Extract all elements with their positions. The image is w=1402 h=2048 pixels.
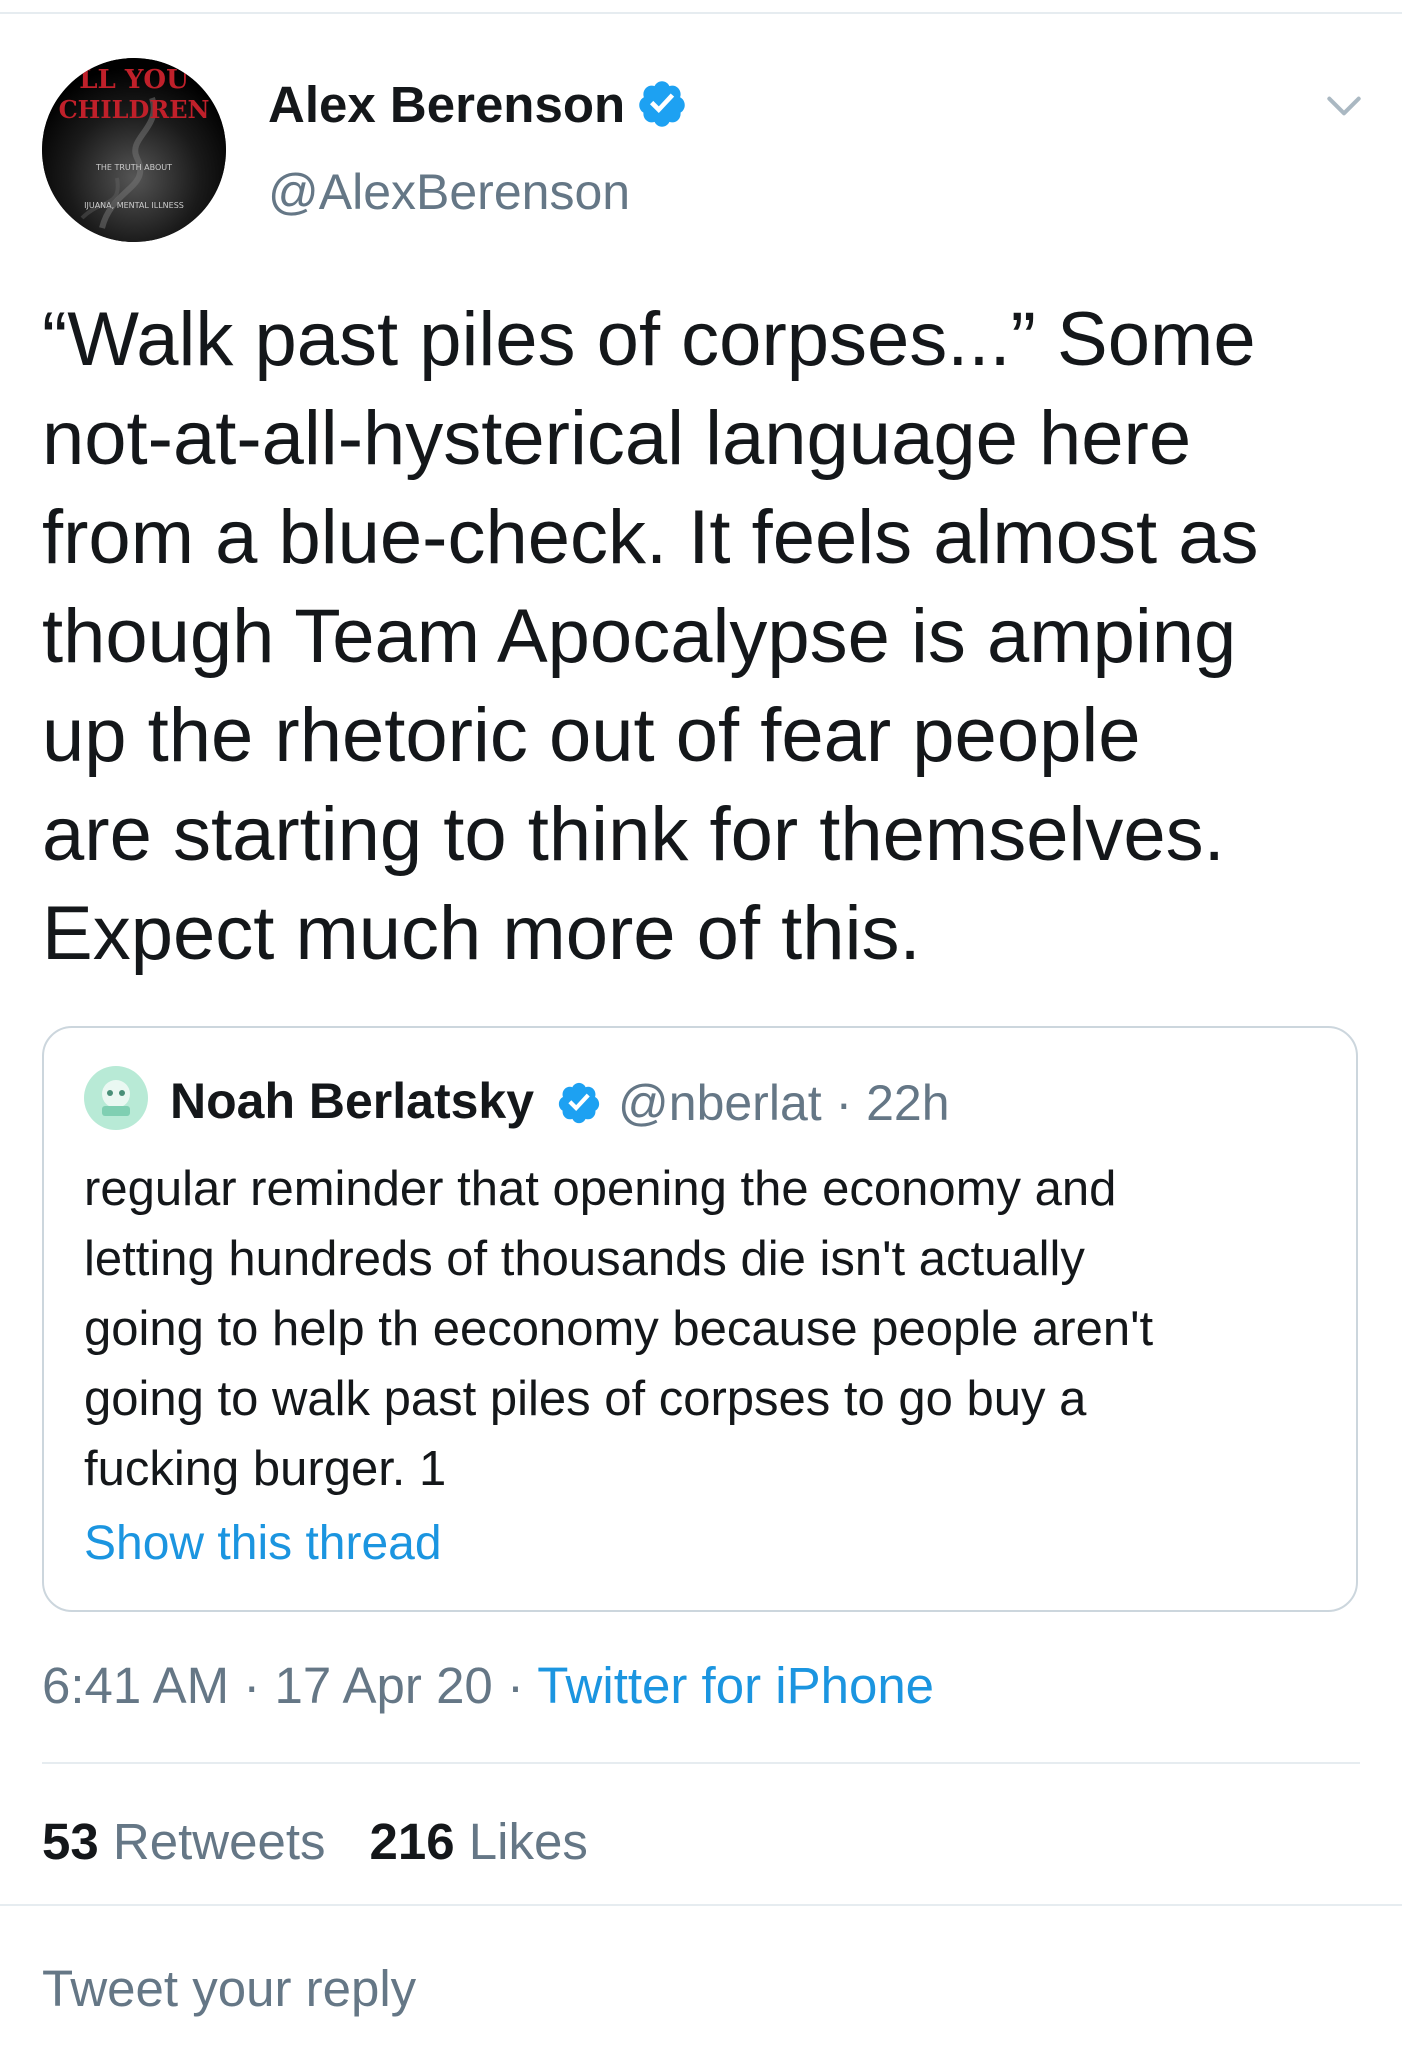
divider — [0, 1904, 1402, 1906]
retweets-label: Retweets — [112, 1813, 326, 1870]
author-name[interactable]: Alex Berenson — [268, 75, 625, 134]
tweet-text-line: though Team Apocalypse is amping — [42, 594, 1237, 679]
likes-stat[interactable]: 216 Likes — [370, 1813, 588, 1870]
tweet-date[interactable]: 17 Apr 20 — [274, 1657, 492, 1714]
quoted-separator: · — [835, 1075, 853, 1131]
quoted-tweet-text: regular reminder that opening the econom… — [84, 1154, 1334, 1504]
tweet-text-line: Expect much more of this. — [42, 891, 921, 976]
tweet-text-line: “Walk past piles of corpses...” Some — [42, 297, 1256, 382]
avatar-cover-line2: CHILDREN — [59, 95, 210, 124]
quoted-tweet-card[interactable]: Noah Berlatsky @nberlat · 22h regular re… — [42, 1026, 1358, 1612]
tweet-meta: 6:41 AM · 17 Apr 20 · Twitter for iPhone — [42, 1656, 934, 1715]
quoted-text-line: letting hundreds of thousands die isn't … — [84, 1232, 1085, 1286]
meta-separator: · — [506, 1657, 524, 1714]
likes-label: Likes — [468, 1813, 588, 1870]
chevron-down-icon[interactable] — [1322, 84, 1366, 128]
tweet-text: “Walk past piles of corpses...” Some not… — [42, 290, 1372, 983]
top-divider — [0, 12, 1402, 14]
tweet-source-link[interactable]: Twitter for iPhone — [537, 1657, 934, 1714]
reply-input[interactable] — [42, 1948, 1352, 2028]
meta-separator: · — [243, 1657, 261, 1714]
author-avatar[interactable]: LL YOU CHILDREN THE TRUTH ABOUT IJUANA, … — [42, 58, 226, 242]
retweets-stat[interactable]: 53 Retweets — [42, 1813, 326, 1870]
verified-badge-icon — [558, 1082, 600, 1124]
likes-count: 216 — [369, 1813, 455, 1870]
verified-badge-icon — [639, 81, 685, 127]
retweets-count: 53 — [42, 1813, 99, 1870]
quoted-author-avatar[interactable] — [84, 1066, 148, 1130]
tweet-text-line: from a blue-check. It feels almost as — [42, 495, 1259, 580]
author-handle[interactable]: @AlexBerenson — [268, 163, 630, 221]
quoted-text-line: going to walk past piles of corpses to g… — [84, 1372, 1087, 1426]
tweet-stats: 53 Retweets 216 Likes — [42, 1812, 588, 1871]
avatar-cover-line3: THE TRUTH ABOUT — [95, 163, 172, 172]
show-thread-link[interactable]: Show this thread — [84, 1516, 442, 1571]
quoted-text-line: regular reminder that opening the econom… — [84, 1162, 1117, 1216]
tweet-time[interactable]: 6:41 AM — [42, 1657, 229, 1714]
divider — [42, 1762, 1360, 1764]
quoted-text-line: going to help th eeconomy because people… — [84, 1302, 1154, 1356]
tweet-text-line: not-at-all-hysterical language here — [42, 396, 1192, 481]
avatar-cover-line1: LL YOU — [79, 65, 189, 95]
quoted-author-name[interactable]: Noah Berlatsky — [170, 1072, 534, 1130]
avatar-cover-line4: IJUANA, MENTAL ILLNESS — [84, 201, 184, 210]
tweet-text-line: are starting to think for themselves. — [42, 792, 1225, 877]
quoted-text-line: fucking burger. 1 — [84, 1442, 447, 1496]
quoted-meta: @nberlat · 22h — [618, 1074, 950, 1132]
tweet-text-line: up the rhetoric out of fear people — [42, 693, 1141, 778]
quoted-handle[interactable]: @nberlat — [618, 1075, 822, 1131]
quoted-time[interactable]: 22h — [866, 1075, 949, 1131]
